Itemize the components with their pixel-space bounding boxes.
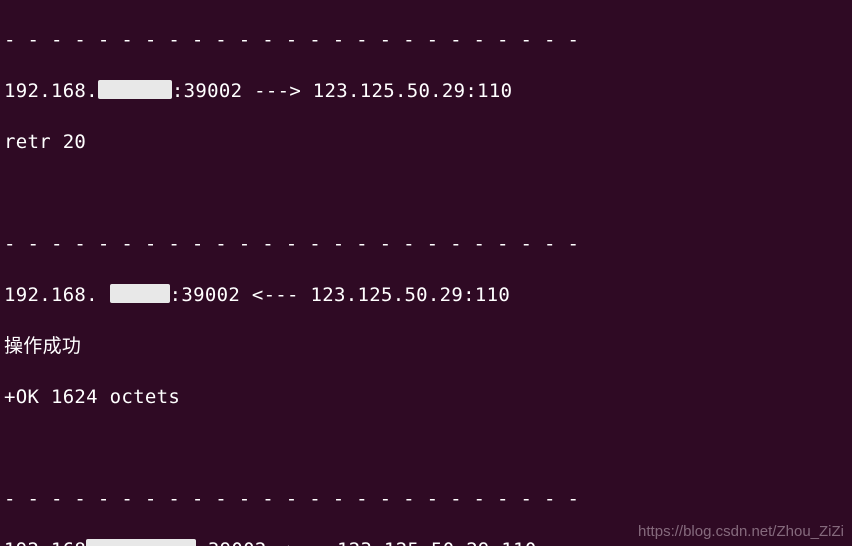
redacted-ip bbox=[86, 539, 196, 546]
remote-endpoint: 123.125.50.29:110 bbox=[337, 539, 537, 546]
ok-line: +OK 1624 octets bbox=[4, 385, 852, 411]
arrow-in: <--- bbox=[240, 284, 310, 306]
arrow-out: ---> bbox=[242, 80, 312, 102]
local-port: :39002 bbox=[172, 80, 242, 102]
remote-endpoint: 123.125.50.29:110 bbox=[313, 80, 513, 102]
flow-line-out: 192.168. :39002 ---> 123.125.50.29:110 bbox=[4, 79, 852, 105]
local-port: 39002 bbox=[196, 539, 266, 546]
arrow-in: <--- bbox=[267, 539, 337, 546]
redacted-ip bbox=[98, 80, 172, 99]
separator-line: - - - - - - - - - - - - - - - - - - - - … bbox=[4, 28, 852, 54]
flow-line-in: 192.168 39002 <--- 123.125.50.29:110 bbox=[4, 538, 852, 546]
local-ip-prefix: 192.168. bbox=[4, 80, 98, 102]
redacted-ip bbox=[110, 284, 170, 303]
local-ip-prefix: 192.168 bbox=[4, 539, 86, 546]
remote-endpoint: 123.125.50.29:110 bbox=[311, 284, 511, 306]
cmd-line: retr 20 bbox=[4, 130, 852, 156]
status-line: 操作成功 bbox=[4, 334, 852, 360]
local-ip-prefix: 192.168. bbox=[4, 284, 110, 306]
local-port: :39002 bbox=[170, 284, 240, 306]
separator-line: - - - - - - - - - - - - - - - - - - - - … bbox=[4, 487, 852, 513]
terminal-output: - - - - - - - - - - - - - - - - - - - - … bbox=[0, 0, 852, 546]
blank-line bbox=[4, 436, 852, 462]
blank-line bbox=[4, 181, 852, 207]
separator-line: - - - - - - - - - - - - - - - - - - - - … bbox=[4, 232, 852, 258]
flow-line-in: 192.168. :39002 <--- 123.125.50.29:110 bbox=[4, 283, 852, 309]
